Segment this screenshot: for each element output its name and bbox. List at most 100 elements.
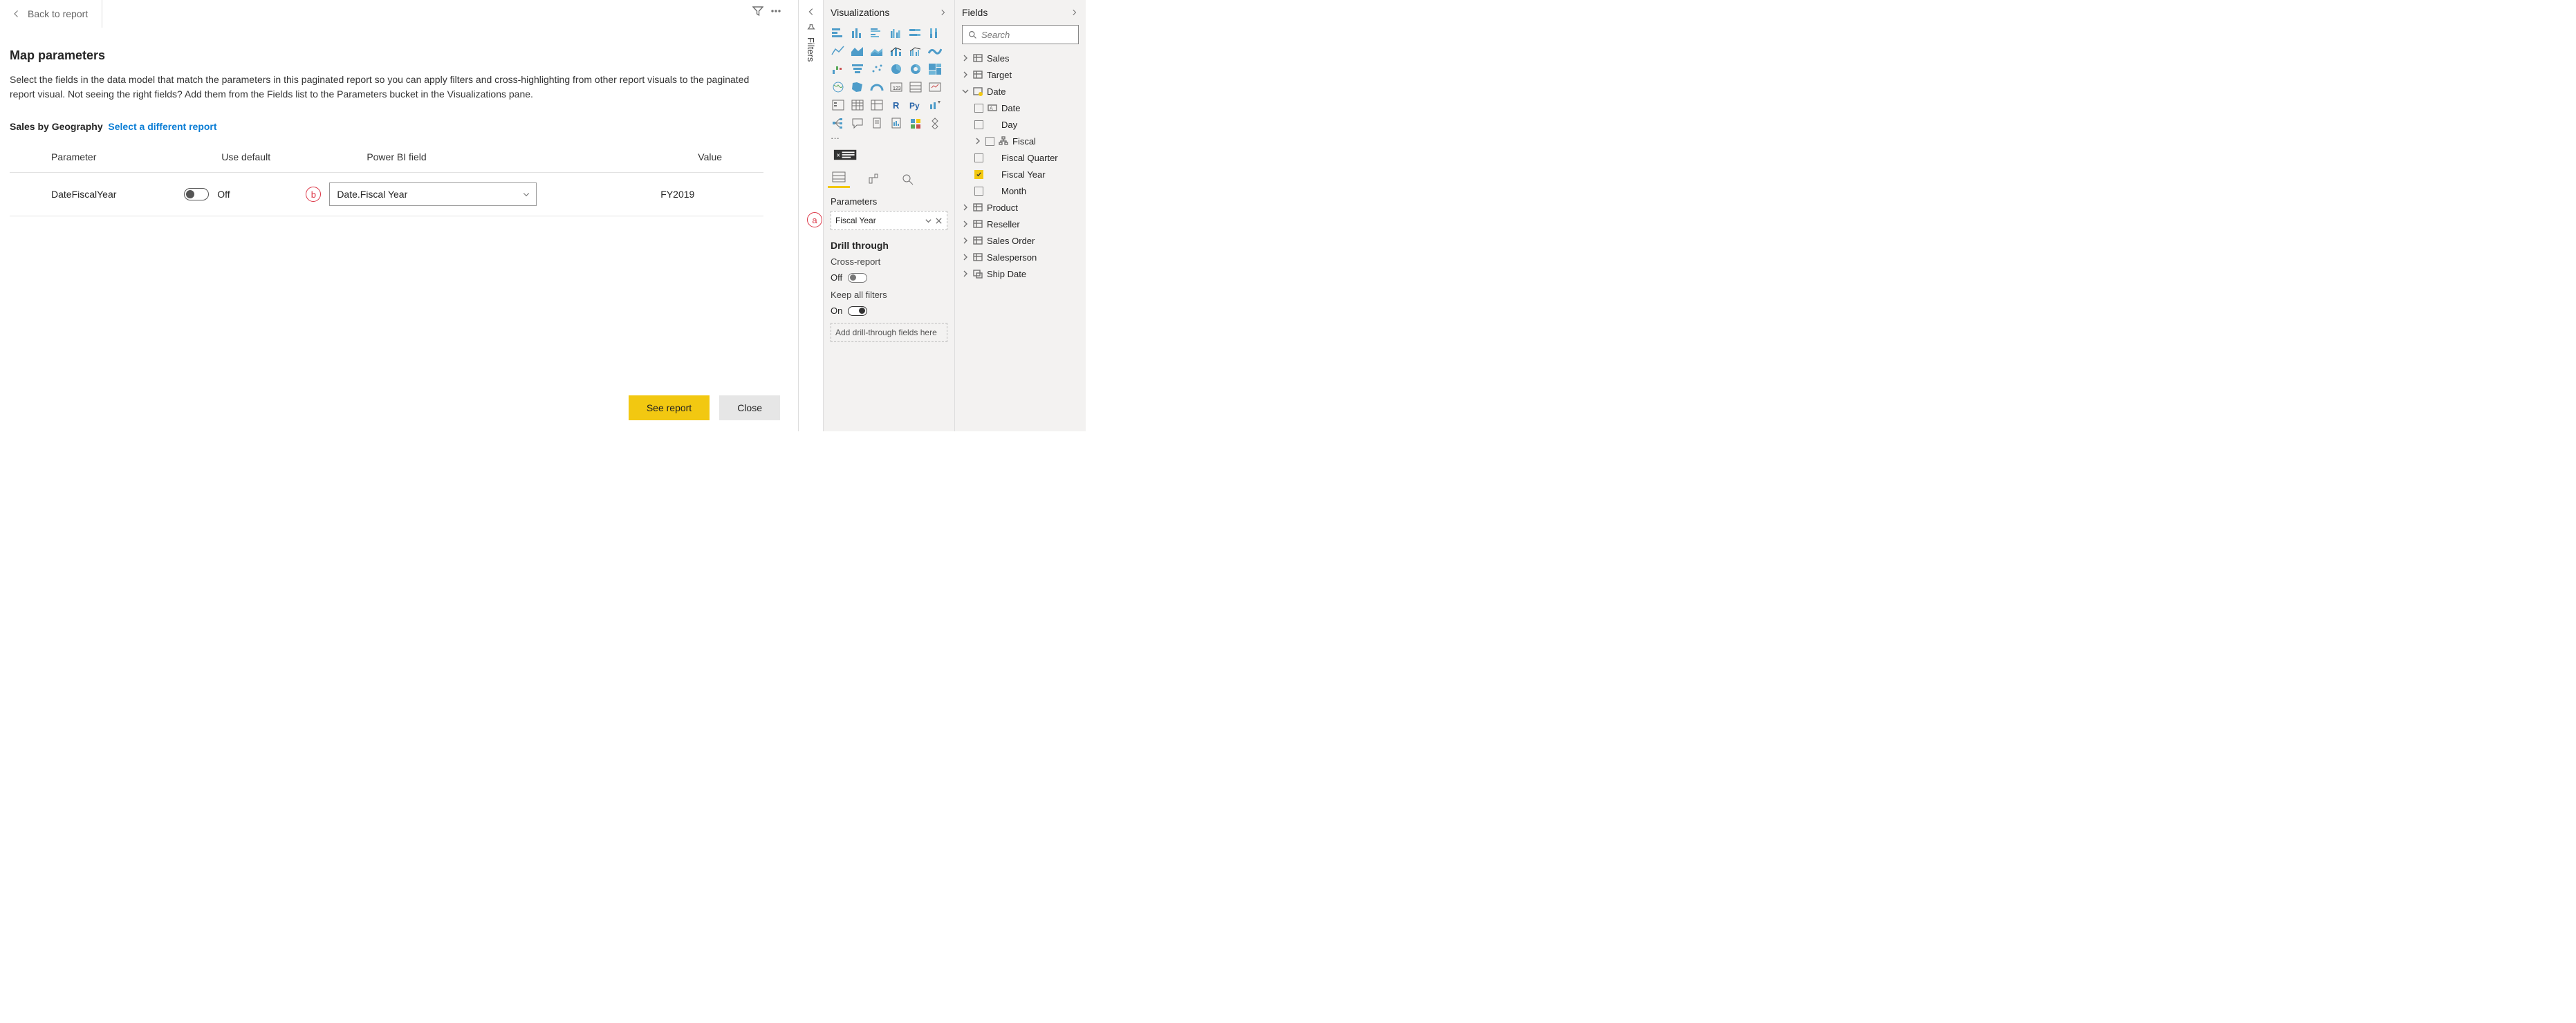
viz-kpi-icon[interactable] <box>927 80 943 94</box>
viz-waterfall-icon[interactable] <box>831 62 846 76</box>
table-sales[interactable]: Sales <box>962 50 1079 66</box>
viz-python-icon[interactable]: Py <box>908 98 923 112</box>
chevron-down-icon[interactable] <box>925 217 932 225</box>
viz-scatter-icon[interactable] <box>869 62 884 76</box>
report-name: Sales by Geography <box>10 121 103 132</box>
viz-area-icon[interactable] <box>850 44 865 58</box>
viz-card-icon[interactable]: 123 <box>889 80 904 94</box>
viz-more-icon[interactable]: ··· <box>831 133 947 143</box>
field-day[interactable]: Day <box>962 116 1079 133</box>
viz-line-clustered-column-icon[interactable] <box>908 44 923 58</box>
viz-qna-icon[interactable] <box>850 116 865 130</box>
drill-through-dropzone[interactable]: Add drill-through fields here <box>831 323 947 342</box>
table-checked-icon <box>973 86 983 96</box>
search-placeholder: Search <box>981 30 1010 40</box>
viz-table-icon[interactable] <box>850 98 865 112</box>
viz-donut-icon[interactable] <box>908 62 923 76</box>
field-fiscal-year[interactable]: Fiscal Year <box>962 166 1079 182</box>
cross-report-toggle[interactable]: Off <box>831 272 947 283</box>
chevron-right-icon[interactable] <box>1071 8 1079 17</box>
table-sales-order[interactable]: Sales Order <box>962 232 1079 249</box>
checkbox-checked[interactable] <box>974 170 983 179</box>
table-icon <box>973 53 983 63</box>
viz-arcgis-icon[interactable] <box>908 116 923 130</box>
search-input[interactable]: Search <box>962 25 1079 44</box>
filters-rail-label: Filters <box>806 24 816 62</box>
top-bar: Back to report <box>10 0 786 28</box>
col-parameter: Parameter <box>10 142 180 173</box>
powerbi-field-dropdown[interactable]: Date.Fiscal Year <box>329 182 537 206</box>
viz-stacked-bar-icon[interactable] <box>831 26 846 40</box>
checkbox[interactable] <box>974 187 983 196</box>
checkbox[interactable] <box>974 120 983 129</box>
see-report-button[interactable]: See report <box>629 395 710 420</box>
field-fiscal[interactable]: Fiscal <box>962 133 1079 149</box>
select-different-report-link[interactable]: Select a different report <box>108 121 216 132</box>
viz-treemap-icon[interactable] <box>927 62 943 76</box>
visualization-gallery: 123 R Py <box>831 26 947 130</box>
back-to-report-link[interactable]: Back to report <box>10 8 88 19</box>
chevron-right-icon[interactable] <box>939 8 947 17</box>
report-selection-line: Sales by Geography Select a different re… <box>10 121 786 132</box>
viz-gauge-icon[interactable] <box>869 80 884 94</box>
field-date[interactable]: A Date <box>962 100 1079 116</box>
viz-funnel-icon[interactable] <box>850 62 865 76</box>
checkbox[interactable] <box>985 137 994 146</box>
table-ship-date[interactable]: Ship Date <box>962 265 1079 282</box>
table-icon <box>973 70 983 79</box>
viz-line-icon[interactable] <box>831 44 846 58</box>
table-date[interactable]: Date <box>962 83 1079 100</box>
parameter-pill-fiscal-year[interactable]: Fiscal Year <box>831 211 947 230</box>
viz-multirow-card-icon[interactable] <box>908 80 923 94</box>
back-label: Back to report <box>28 8 88 19</box>
table-icon <box>973 219 983 229</box>
viz-decomposition-icon[interactable] <box>831 116 846 130</box>
table-reseller[interactable]: Reseller <box>962 216 1079 232</box>
svg-text:123: 123 <box>893 86 901 91</box>
chevron-down-icon <box>522 190 530 198</box>
viz-smart-narrative-icon[interactable] <box>869 116 884 130</box>
more-icon[interactable] <box>770 6 781 17</box>
viz-line-column-icon[interactable] <box>889 44 904 58</box>
funnel-icon[interactable] <box>752 6 763 17</box>
fields-pane: Fields Search Sales Target Date A Date <box>954 0 1086 431</box>
viz-custom-icon[interactable] <box>927 116 943 130</box>
field-fiscal-quarter[interactable]: Fiscal Quarter <box>962 149 1079 166</box>
tab-analytics[interactable] <box>900 172 916 186</box>
viz-ribbon-icon[interactable] <box>927 44 943 58</box>
viz-stacked-column-icon[interactable] <box>850 26 865 40</box>
viz-filled-map-icon[interactable] <box>850 80 865 94</box>
chevron-left-icon <box>806 7 816 17</box>
viz-100-stacked-column-icon[interactable] <box>927 26 943 40</box>
viz-clustered-column-icon[interactable] <box>889 26 904 40</box>
linked-table-icon <box>973 269 983 279</box>
close-button[interactable]: Close <box>719 395 780 420</box>
tab-fields[interactable] <box>831 169 847 188</box>
chevron-right-icon <box>962 254 969 261</box>
cross-report-label: Cross-report <box>831 256 947 267</box>
close-icon[interactable] <box>935 217 943 225</box>
table-product[interactable]: Product <box>962 199 1079 216</box>
viz-pie-icon[interactable] <box>889 62 904 76</box>
checkbox[interactable] <box>974 153 983 162</box>
search-icon <box>968 30 977 39</box>
viz-100-stacked-bar-icon[interactable] <box>908 26 923 40</box>
viz-slicer-icon[interactable] <box>831 98 846 112</box>
viz-clustered-bar-icon[interactable] <box>869 26 884 40</box>
viz-paginated-report-icon[interactable] <box>889 116 904 130</box>
viz-stacked-area-icon[interactable] <box>869 44 884 58</box>
table-icon <box>973 236 983 245</box>
tab-format[interactable] <box>865 172 882 186</box>
table-target[interactable]: Target <box>962 66 1079 83</box>
checkbox[interactable] <box>974 104 983 113</box>
fields-pane-title: Fields <box>962 7 988 18</box>
viz-key-influencers-icon[interactable] <box>927 98 943 112</box>
keep-filters-toggle[interactable]: On <box>831 306 947 316</box>
viz-r-icon[interactable]: R <box>889 98 904 112</box>
use-default-toggle[interactable] <box>184 188 209 200</box>
viz-map-icon[interactable] <box>831 80 846 94</box>
table-salesperson[interactable]: Salesperson <box>962 249 1079 265</box>
field-month[interactable]: Month <box>962 182 1079 199</box>
viz-matrix-icon[interactable] <box>869 98 884 112</box>
param-value: FY2019 <box>656 173 763 216</box>
